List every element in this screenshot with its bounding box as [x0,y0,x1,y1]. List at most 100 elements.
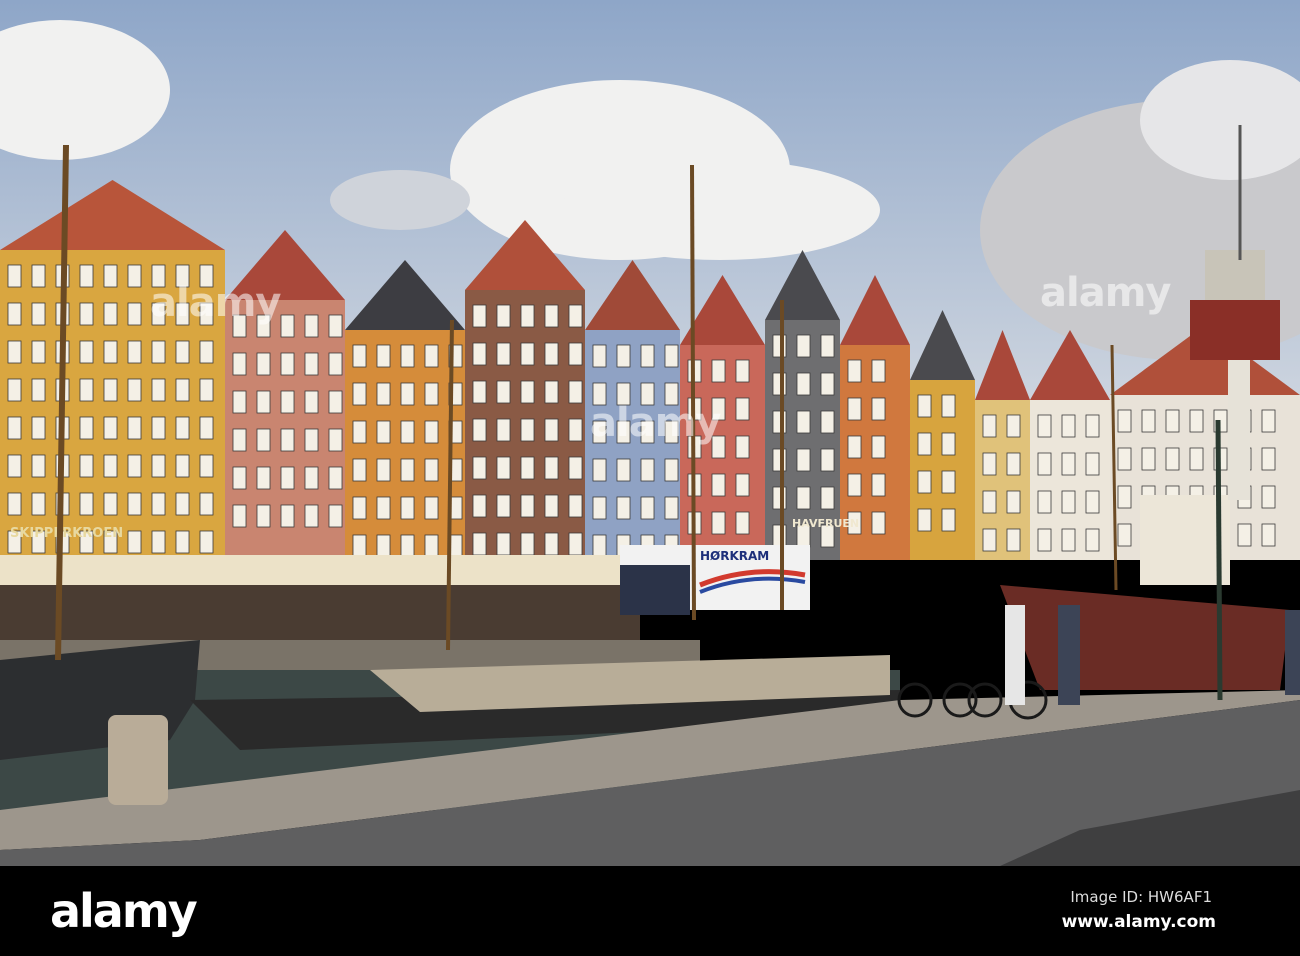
window [7,454,22,478]
window [982,528,997,552]
window [328,314,343,338]
window [496,380,511,404]
window [616,344,631,368]
window [616,458,631,482]
window [103,264,118,288]
window [1261,485,1276,509]
window [31,416,46,440]
window [376,344,391,368]
window [376,382,391,406]
window [871,359,886,383]
window [796,372,811,396]
bollard [108,715,168,805]
window [127,454,142,478]
window [472,342,487,366]
window [1061,490,1076,514]
window [127,378,142,402]
terrace-crowd [0,585,640,640]
window [871,473,886,497]
window [199,454,214,478]
window [400,420,415,444]
window [304,390,319,414]
window [175,530,190,554]
window [592,496,607,520]
window [79,454,94,478]
window [796,410,811,434]
window [280,466,295,490]
window [544,342,559,366]
window [520,342,535,366]
window [31,302,46,326]
alamy-logo: alamy [50,884,198,938]
window [31,378,46,402]
window [7,492,22,516]
window [103,454,118,478]
window [328,466,343,490]
window [7,302,22,326]
window [544,456,559,480]
window [1141,409,1156,433]
window [664,458,679,482]
window [1117,523,1132,547]
window [592,534,607,558]
window [256,352,271,376]
window [711,359,726,383]
window [917,432,932,456]
window [568,418,583,442]
window [568,380,583,404]
window [772,486,787,510]
window [352,382,367,406]
window [1085,490,1100,514]
watermark: alamy [150,280,281,326]
window [424,534,439,558]
window [304,428,319,452]
window [199,416,214,440]
window [199,378,214,402]
window [820,372,835,396]
window [735,511,750,535]
window [568,456,583,480]
window [592,344,607,368]
window [772,372,787,396]
window [7,378,22,402]
window [496,418,511,442]
window [1165,409,1180,433]
window [847,473,862,497]
window [1261,409,1276,433]
window [1006,490,1021,514]
window [820,334,835,358]
window [199,492,214,516]
window [256,390,271,414]
window [127,340,142,364]
window [1117,485,1132,509]
window [472,494,487,518]
window [735,473,750,497]
website-link[interactable]: www.alamy.com [1062,912,1216,932]
window [772,524,787,548]
window [941,508,956,532]
window [847,397,862,421]
window [352,344,367,368]
window [592,458,607,482]
window [820,486,835,510]
window [232,352,247,376]
restaurant-sign: SKIPPERKROEN [10,526,123,541]
window [352,496,367,520]
window [424,420,439,444]
window [1037,528,1052,552]
window [772,334,787,358]
window [820,448,835,472]
window [982,490,997,514]
window [1261,447,1276,471]
window [127,302,142,326]
window [772,410,787,434]
window [175,416,190,440]
window [568,532,583,556]
window [472,456,487,480]
window [304,352,319,376]
window [103,340,118,364]
window [376,534,391,558]
window [1037,490,1052,514]
footer-bar: alamy Image ID: HW6AF1 www.alamy.com [0,866,1300,956]
window [79,340,94,364]
